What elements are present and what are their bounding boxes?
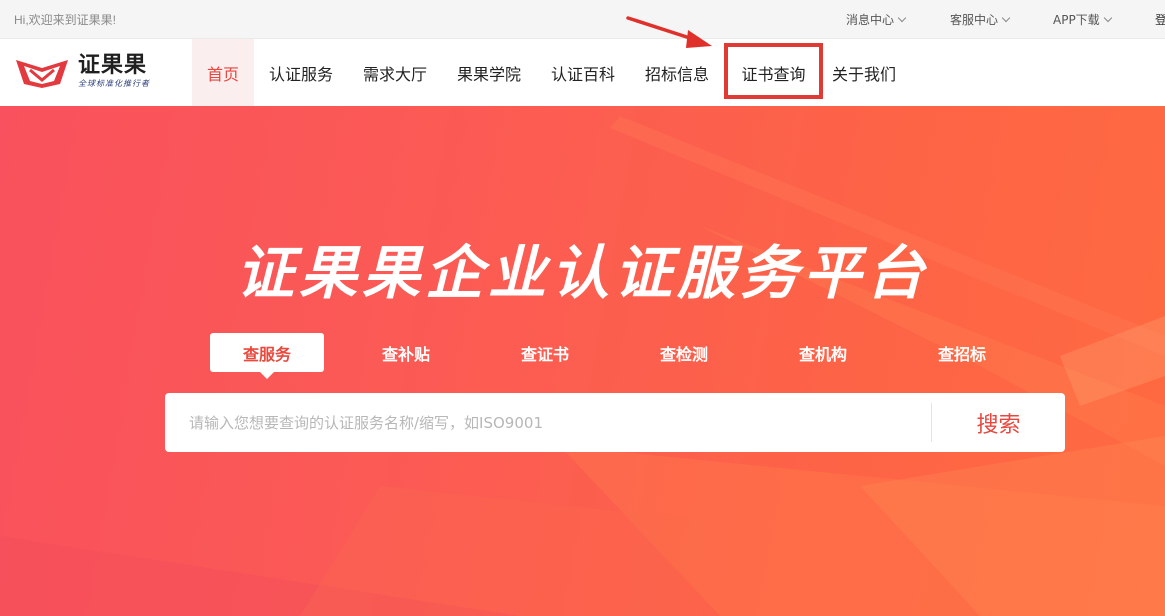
nav-item-certificate-query[interactable]: 证书查询 [724,39,823,106]
main-nav-bar: 证果果 全球标准化推行者 首页 认证服务 需求大厅 果果学院 认证百科 招标信息… [0,39,1165,106]
tab-bidding[interactable]: 查招标 [905,333,1019,372]
app-download-link[interactable]: APP下载 [1053,11,1112,28]
nav-item-academy[interactable]: 果果学院 [442,39,536,106]
logo-name: 证果果 [78,53,148,78]
search-bar: 搜索 [165,393,1065,452]
search-button[interactable]: 搜索 [932,393,1065,452]
tab-testing[interactable]: 查检测 [627,333,741,372]
hero-banner: 证果果企业认证服务平台 查服务 查补贴 查证书 查检测 查机构 查招标 搜索 [0,106,1165,616]
message-center-link[interactable]: 消息中心 [846,11,907,28]
customer-service-label: 客服中心 [950,13,999,27]
chevron-down-icon [1001,13,1011,22]
welcome-text: Hi,欢迎来到证果果! [14,13,117,27]
nav-item-demand-hall[interactable]: 需求大厅 [348,39,442,106]
search-input[interactable] [165,393,930,452]
app-download-label: APP下载 [1053,13,1100,27]
customer-service-link[interactable]: 客服中心 [950,11,1011,28]
tab-certificates[interactable]: 查证书 [488,333,602,372]
nav-item-encyclopedia[interactable]: 认证百科 [536,39,630,106]
nav-item-about-us[interactable]: 关于我们 [823,39,905,106]
top-utility-bar: Hi,欢迎来到证果果! 消息中心 客服中心 APP下载 登 [0,0,1165,39]
logo-shield-icon [16,60,68,88]
site-logo[interactable]: 证果果 全球标准化推行者 [14,50,174,94]
nav-item-certification-services[interactable]: 认证服务 [254,39,348,106]
tab-services[interactable]: 查服务 [210,333,324,379]
search-category-tabs: 查服务 查补贴 查证书 查检测 查机构 查招标 [0,333,1165,379]
annotation-arrow-icon [626,16,712,48]
tab-subsidies[interactable]: 查补贴 [349,333,463,372]
chevron-down-icon [1103,13,1112,22]
chevron-down-icon [897,13,907,22]
tab-institutions[interactable]: 查机构 [766,333,880,372]
logo-slogan: 全球标准化推行者 [78,79,150,88]
nav-item-home[interactable]: 首页 [192,39,254,106]
message-center-label: 消息中心 [846,13,895,27]
hero-title: 证果果企业认证服务平台 [235,239,929,307]
login-link[interactable]: 登 [1155,11,1165,28]
